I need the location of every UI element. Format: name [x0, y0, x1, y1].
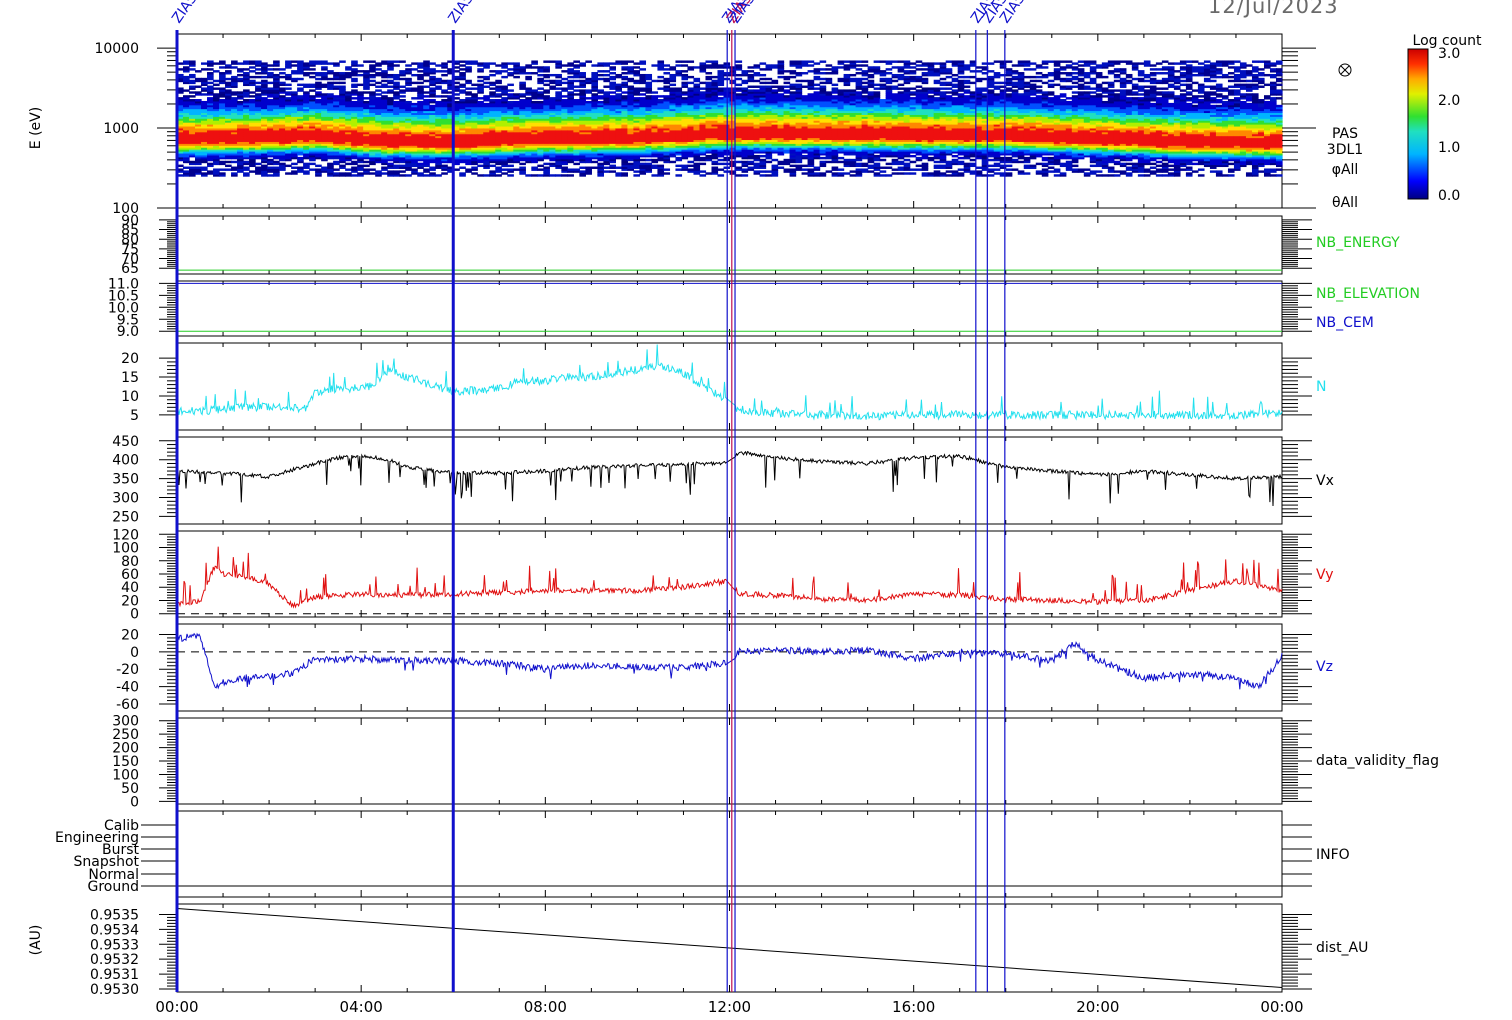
- y-tick-label: 5: [130, 408, 139, 424]
- side-label-theta: θAll: [1332, 195, 1358, 211]
- side-label-vx: Vx: [1316, 473, 1334, 489]
- y-tick-label: 65: [121, 261, 139, 277]
- panel-frame-validity: [176, 717, 1283, 805]
- y-tick-label: 0.9532: [90, 952, 139, 968]
- y-tick-label: 0: [130, 607, 139, 623]
- colorbar-tick-label: 1.0: [1438, 140, 1460, 156]
- time-tick-label: 04:00: [340, 998, 383, 1016]
- spectrogram-ylabel: E (eV): [28, 107, 44, 149]
- y-tick-label: 0: [130, 645, 139, 661]
- y-tick-label: 300: [112, 491, 139, 507]
- y-tick-label: 0.9534: [90, 922, 139, 938]
- y-tick-label: 20: [121, 351, 139, 367]
- side-label-nb-energy: NB_ENERGY: [1316, 235, 1400, 251]
- side-label-3dl1: 3DL1: [1327, 142, 1363, 158]
- panel-frame-nb_energy: [176, 215, 1283, 275]
- time-tick-label: 00:00: [1260, 998, 1303, 1016]
- panel-frame-vy: [176, 530, 1283, 618]
- multi-panel-plot: 100001000100E (eV) PAS3DL1φAllθAllLog cou…: [28, 0, 1482, 1016]
- event-marker-label: ZIAS: [445, 0, 477, 26]
- side-label-nb-elevation: NB_ELEVATION: [1316, 286, 1420, 302]
- time-tick-label: 00:00: [155, 998, 198, 1016]
- info-category-label: Ground: [88, 879, 140, 895]
- y-tick-label: 0: [130, 794, 139, 810]
- y-tick-label: 0.9533: [90, 937, 139, 953]
- y-tick-label: 10000: [94, 41, 139, 57]
- colorbar-tick-label: 2.0: [1438, 93, 1460, 109]
- series-line-density: [176, 344, 1283, 421]
- y-tick-label: -20: [116, 662, 139, 678]
- side-label-vy: Vy: [1316, 567, 1334, 583]
- side-label-vz: Vz: [1316, 659, 1333, 675]
- spectrogram-image: [177, 60, 1283, 177]
- time-tick-label: 08:00: [524, 998, 567, 1016]
- side-label-n: N: [1316, 379, 1326, 395]
- y-tick-label: 15: [121, 370, 139, 386]
- event-marker-label: ZIAS: [169, 0, 201, 26]
- y-tick-label: 0.9530: [90, 982, 139, 998]
- side-label-nb-cem: NB_CEM: [1316, 315, 1374, 331]
- colorbar-tick-label: 0.0: [1438, 188, 1460, 204]
- panel-frame-nb_elevation: [176, 280, 1283, 337]
- panel-frame-info: [176, 810, 1283, 898]
- y-tick-label: 400: [112, 453, 139, 469]
- y-tick-label: 20: [121, 627, 139, 643]
- y-tick-label: 450: [112, 434, 139, 450]
- panel-frame-vx: [176, 436, 1283, 525]
- time-tick-label: 12:00: [708, 998, 751, 1016]
- y-tick-label: -60: [116, 697, 139, 713]
- y-tick-label: -40: [116, 680, 139, 696]
- side-label-validity: data_validity_flag: [1316, 753, 1439, 769]
- series-line-vz: [176, 632, 1283, 690]
- time-tick-label: 16:00: [892, 998, 935, 1016]
- series-line-dist: [176, 908, 1283, 988]
- dist-ylabel: (AU): [28, 925, 44, 956]
- y-tick-label: 9.0: [117, 324, 139, 340]
- series-line-vy: [176, 546, 1283, 609]
- y-tick-label: 0.9535: [90, 907, 139, 923]
- side-label-info: INFO: [1316, 847, 1350, 863]
- y-tick-label: 350: [112, 472, 139, 488]
- y-tick-label: 250: [112, 509, 139, 525]
- y-tick-label: 0.9531: [90, 967, 139, 983]
- colorbar-tick-label: 3.0: [1438, 46, 1460, 62]
- y-tick-label: 1000: [103, 121, 139, 137]
- side-label-dist: dist_AU: [1316, 940, 1368, 956]
- side-label-pas: PAS: [1332, 126, 1358, 142]
- y-tick-label: 10: [121, 389, 139, 405]
- colorbar: [1407, 48, 1429, 200]
- side-label-phi: φAll: [1332, 162, 1359, 178]
- time-tick-label: 20:00: [1076, 998, 1119, 1016]
- panel-frame-density: [176, 342, 1283, 431]
- series-line-vx: [176, 450, 1283, 507]
- panel-frame-vz: [176, 623, 1283, 712]
